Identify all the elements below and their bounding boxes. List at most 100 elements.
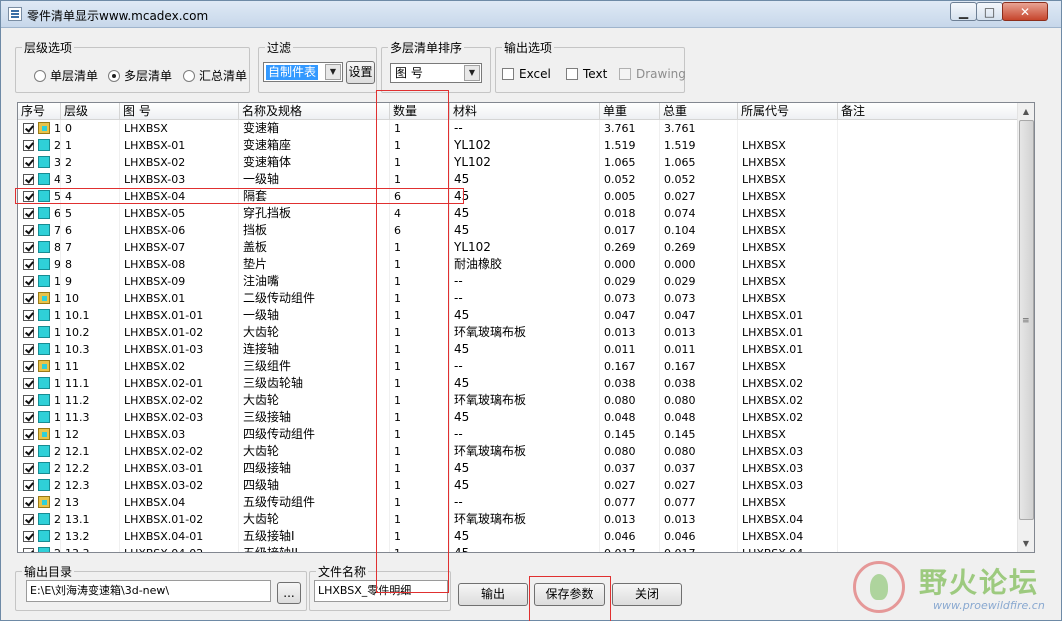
seq-cell[interactable]: 2 [18, 460, 61, 477]
close-window-button[interactable]: ✕ [1002, 2, 1048, 21]
table-row[interactable]: 1 0 LHXBSX 变速箱 1 -- 3.761 3.761 [18, 120, 1018, 137]
bom-table[interactable]: 序号 层级图 号名称及规格 数量 材料 单重 总重 所属代号 备注 1 0 LHXBSX 变速箱 1-… [17, 102, 1035, 553]
text-checkbox[interactable]: Text [566, 67, 607, 81]
header-col-code[interactable]: 图 号 [120, 103, 239, 120]
seq-cell[interactable]: 8 [18, 239, 61, 256]
filter-settings-button[interactable]: 设置 [346, 61, 375, 84]
table-row[interactable]: 1 12 LHXBSX.03 四级传动组件 1 -- 0.145 0.145 LHXBSX [18, 426, 1018, 443]
vertical-scrollbar[interactable]: ▲ ≡ ▼ [1017, 103, 1034, 552]
title-bar[interactable]: 零件清单显示www.mcadex.com ▁ □ ✕ [1, 1, 1061, 28]
seq-cell[interactable]: 1 [18, 392, 61, 409]
table-row[interactable]: 1 10 LHXBSX.01 二级传动组件 1 -- 0.073 0.073 LHXBSX [18, 290, 1018, 307]
maximize-button[interactable]: □ [976, 2, 1003, 21]
seq-cell[interactable]: 1 [18, 341, 61, 358]
checked-icon[interactable] [23, 344, 34, 355]
seq-cell[interactable]: 1 [18, 273, 61, 290]
seq-cell[interactable]: 1 [18, 120, 61, 137]
seq-cell[interactable]: 7 [18, 222, 61, 239]
header-col-material[interactable]: 材料 [450, 103, 600, 120]
sort-select[interactable]: 图 号 ▼ [390, 63, 482, 83]
seq-cell[interactable]: 2 [18, 528, 61, 545]
checked-icon[interactable] [23, 293, 34, 304]
seq-cell[interactable]: 4 [18, 171, 61, 188]
header-col-total-weight[interactable]: 总重 [660, 103, 738, 120]
radio-single-level[interactable]: 单层清单 [34, 67, 98, 84]
table-row[interactable]: 2 12.3 LHXBSX.03-02 四级轴 1 45 0.027 0.027 LHXBSX.… [18, 477, 1018, 494]
checked-icon[interactable] [23, 548, 34, 552]
table-row[interactable]: 4 3 LHXBSX-03 一级轴 1 45 0.052 0.052 LHXBSX [18, 171, 1018, 188]
seq-cell[interactable]: 2 [18, 137, 61, 154]
browse-button[interactable]: ... [277, 582, 301, 604]
table-row[interactable]: 1 10.1 LHXBSX.01-01 一级轴 1 45 0.047 0.047 LHXBSX.… [18, 307, 1018, 324]
filter-select[interactable]: 自制件表 ▼ [263, 62, 343, 82]
checked-icon[interactable] [23, 123, 34, 134]
seq-cell[interactable]: 1 [18, 375, 61, 392]
seq-cell[interactable]: 2 [18, 511, 61, 528]
radio-summary[interactable]: 汇总清单 [183, 67, 247, 84]
header-col-name[interactable]: 名称及规格 [239, 103, 390, 120]
seq-cell[interactable]: 1 [18, 426, 61, 443]
header-col-unit-weight[interactable]: 单重 [600, 103, 660, 120]
table-row[interactable]: 8 7 LHXBSX-07 盖板 1 YL102 0.269 0.269 LHXBSX [18, 239, 1018, 256]
checked-icon[interactable] [23, 446, 34, 457]
table-row[interactable]: 2 1 LHXBSX-01 变速箱座 1 YL102 1.519 1.519 LHXBSX [18, 137, 1018, 154]
table-row[interactable]: 3 2 LHXBSX-02 变速箱体 1 YL102 1.065 1.065 LHXBSX [18, 154, 1018, 171]
table-row[interactable]: 1 10.3 LHXBSX.01-03 连接轴 1 45 0.011 0.011 LHXBSX.… [18, 341, 1018, 358]
table-row[interactable]: 1 11.2 LHXBSX.02-02 大齿轮 1 环氧玻璃布板 0.080 0.080 LHX… [18, 392, 1018, 409]
table-row[interactable]: 2 13 LHXBSX.04 五级传动组件 1 -- 0.077 0.077 LHXBSX [18, 494, 1018, 511]
export-button[interactable]: 输出 [458, 583, 528, 606]
checked-icon[interactable] [23, 276, 34, 287]
save-params-button[interactable]: 保存参数 [534, 583, 605, 606]
checked-icon[interactable] [23, 378, 34, 389]
checked-icon[interactable] [23, 395, 34, 406]
minimize-button[interactable]: ▁ [950, 2, 977, 21]
checked-icon[interactable] [23, 531, 34, 542]
checked-icon[interactable] [23, 310, 34, 321]
checked-icon[interactable] [23, 140, 34, 151]
chevron-down-icon[interactable]: ▼ [325, 64, 341, 80]
seq-cell[interactable]: 1 [18, 409, 61, 426]
file-name-field[interactable]: LHXBSX_零件明细 [314, 580, 448, 602]
excel-checkbox[interactable]: Excel [502, 67, 551, 81]
checked-icon[interactable] [23, 514, 34, 525]
seq-cell[interactable]: 6 [18, 205, 61, 222]
checked-icon[interactable] [23, 208, 34, 219]
checked-icon[interactable] [23, 412, 34, 423]
seq-cell[interactable]: 2 [18, 477, 61, 494]
checked-icon[interactable] [23, 242, 34, 253]
table-row[interactable]: 2 12.2 LHXBSX.03-01 四级接轴 1 45 0.037 0.037 LHXBSX… [18, 460, 1018, 477]
header-col-seq[interactable]: 序号 [18, 103, 61, 120]
scroll-up-icon[interactable]: ▲ [1018, 103, 1034, 120]
table-row[interactable]: 2 12.1 LHXBSX.02-02 大齿轮 1 环氧玻璃布板 0.080 0.080 LHX… [18, 443, 1018, 460]
seq-cell[interactable]: 1 [18, 290, 61, 307]
checked-icon[interactable] [23, 327, 34, 338]
seq-cell[interactable]: 2 [18, 545, 61, 552]
table-row[interactable]: 2 13.2 LHXBSX.04-01 五级接轴I 1 45 0.046 0.046 LHXBS… [18, 528, 1018, 545]
header-col-parent-code[interactable]: 所属代号 [738, 103, 838, 120]
output-dir-field[interactable]: E:\E\刘海涛变速箱\3d-new\ [26, 580, 271, 602]
seq-cell[interactable]: 1 [18, 358, 61, 375]
seq-cell[interactable]: 5 [18, 188, 61, 205]
checked-icon[interactable] [23, 429, 34, 440]
radio-multi-level[interactable]: 多层清单 [108, 67, 172, 84]
scroll-down-icon[interactable]: ▼ [1018, 535, 1034, 552]
seq-cell[interactable]: 1 [18, 307, 61, 324]
checked-icon[interactable] [23, 225, 34, 236]
table-row[interactable]: 7 6 LHXBSX-06 挡板 6 45 0.017 0.104 LHXBSX [18, 222, 1018, 239]
header-col-level[interactable]: 层级 [61, 103, 120, 120]
table-row[interactable]: 1 11 LHXBSX.02 三级组件 1 -- 0.167 0.167 LHXBSX [18, 358, 1018, 375]
table-row[interactable]: 213.3LHXBSX.04-02五级接轴II1450.0170.017LHXB… [18, 545, 1018, 552]
table-row[interactable]: 1 11.3 LHXBSX.02-03 三级接轴 1 45 0.048 0.048 LHXBSX… [18, 409, 1018, 426]
seq-cell[interactable]: 1 [18, 324, 61, 341]
table-row[interactable]: 2 13.1 LHXBSX.01-02 大齿轮 1 环氧玻璃布板 0.013 0.013 LHX… [18, 511, 1018, 528]
table-row[interactable]: 1 11.1 LHXBSX.02-01 三级齿轮轴 1 45 0.038 0.038 LHXBS… [18, 375, 1018, 392]
close-button[interactable]: 关闭 [612, 583, 682, 606]
table-row[interactable]: 6 5 LHXBSX-05 穿孔挡板 4 45 0.018 0.074 LHXBSX [18, 205, 1018, 222]
seq-cell[interactable]: 9 [18, 256, 61, 273]
seq-cell[interactable]: 2 [18, 494, 61, 511]
table-row[interactable]: 9 8 LHXBSX-08 垫片 1 耐油橡胶 0.000 0.000 LHXBSX [18, 256, 1018, 273]
checked-icon[interactable] [23, 191, 34, 202]
chevron-down-icon[interactable]: ▼ [464, 65, 480, 81]
checked-icon[interactable] [23, 497, 34, 508]
checked-icon[interactable] [23, 157, 34, 168]
